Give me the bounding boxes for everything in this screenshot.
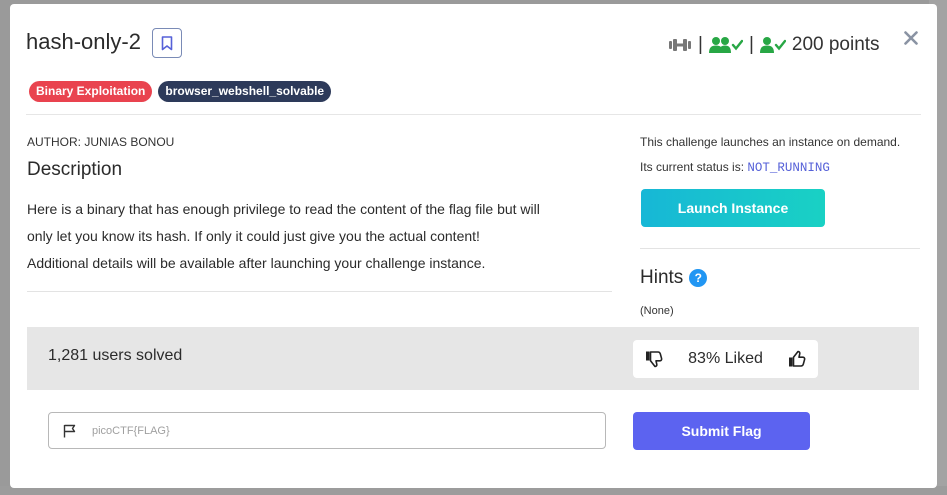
hints-heading-row: Hints ?: [640, 267, 708, 289]
points-label: 200 points: [791, 34, 880, 55]
instance-status-value: NOT_RUNNING: [747, 161, 830, 175]
flag-icon: [63, 424, 76, 437]
description-heading: Description: [27, 159, 123, 180]
description-line: only let you know its hash. If only it c…: [27, 228, 480, 244]
divider: [26, 114, 921, 115]
like-box: 83% Liked: [633, 340, 818, 378]
like-button[interactable]: [788, 350, 806, 368]
dislike-button[interactable]: [645, 350, 663, 368]
tag-browser-webshell-solvable[interactable]: browser_webshell_solvable: [158, 81, 332, 102]
header-stats: | | 200 points: [668, 30, 880, 60]
description-line: Here is a binary that has enough privile…: [27, 201, 540, 217]
tag-binary-exploitation[interactable]: Binary Exploitation: [29, 81, 153, 102]
solved-bar: 1,281 users solved 83% Liked: [27, 327, 919, 390]
bookmark-button[interactable]: [152, 28, 182, 58]
close-icon: [904, 31, 918, 45]
liked-percentage: 83% Liked: [688, 350, 763, 367]
header-separator: |: [698, 34, 703, 55]
tag-list: Binary Exploitation browser_webshell_sol…: [29, 81, 332, 102]
submit-flag-button[interactable]: Submit Flag: [633, 412, 810, 450]
flag-input-wrapper[interactable]: [48, 412, 606, 449]
close-button[interactable]: [901, 28, 921, 48]
challenge-title: hash-only-2: [26, 29, 141, 54]
thumbs-up-icon: [789, 350, 806, 367]
flag-input[interactable]: [90, 423, 574, 438]
launch-instance-button[interactable]: Launch Instance: [641, 189, 825, 227]
bookmark-icon: [161, 35, 173, 50]
author-label: AUTHOR: JUNIAS BONOU: [27, 135, 175, 149]
user-check-icon: [759, 37, 786, 53]
instance-notice: This challenge launches an instance on d…: [640, 135, 901, 149]
instance-status-prefix: Its current status is:: [640, 160, 745, 174]
users-solved-count: 1,281 users solved: [48, 347, 183, 364]
users-check-icon: [708, 37, 743, 53]
dumbbell-icon: [669, 39, 691, 51]
challenge-modal: hash-only-2 | | 200 points Binary Exploi…: [10, 4, 937, 488]
divider: [640, 248, 920, 249]
divider: [27, 291, 612, 292]
hints-heading: Hints: [640, 267, 684, 288]
help-circle-icon[interactable]: ?: [689, 269, 708, 287]
instance-status-line: Its current status is: NOT_RUNNING: [640, 160, 830, 175]
description-line: Additional details will be available aft…: [27, 255, 486, 271]
description-text: Here is a binary that has enough privile…: [27, 196, 607, 277]
header-separator: |: [748, 34, 754, 55]
hints-value: (None): [640, 305, 674, 317]
thumbs-down-icon: [646, 351, 663, 368]
